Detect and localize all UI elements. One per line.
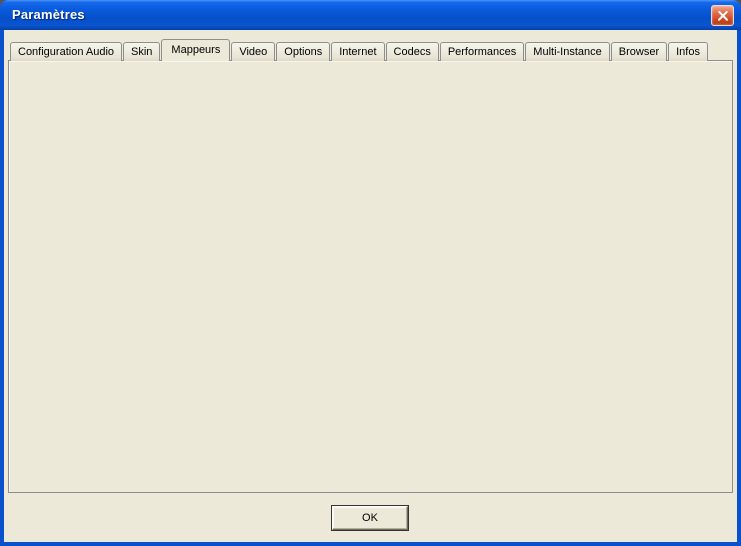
tab-internet[interactable]: Internet: [331, 42, 384, 61]
tab-options[interactable]: Options: [276, 42, 330, 61]
tab-configuration-audio[interactable]: Configuration Audio: [10, 42, 122, 61]
tab-skin[interactable]: Skin: [123, 42, 160, 61]
tab-multi-instance[interactable]: Multi-Instance: [525, 42, 609, 61]
tab-strip: Configuration AudioSkinMappeursVideoOpti…: [10, 39, 709, 61]
close-button[interactable]: [711, 5, 734, 26]
tab-performances[interactable]: Performances: [440, 42, 524, 61]
tab-infos[interactable]: Infos: [668, 42, 708, 61]
parametres-dialog: Paramètres Configuration AudioSkinMappeu…: [0, 0, 741, 546]
tab-video[interactable]: Video: [231, 42, 275, 61]
tab-codecs[interactable]: Codecs: [386, 42, 439, 61]
close-icon: [712, 6, 733, 25]
ok-button[interactable]: OK: [332, 506, 408, 530]
tab-mappeurs[interactable]: Mappeurs: [161, 39, 230, 61]
mappers-tab-page: [8, 60, 733, 493]
title-bar[interactable]: Paramètres: [0, 0, 741, 30]
window-title: Paramètres: [12, 7, 85, 22]
tab-browser[interactable]: Browser: [611, 42, 667, 61]
